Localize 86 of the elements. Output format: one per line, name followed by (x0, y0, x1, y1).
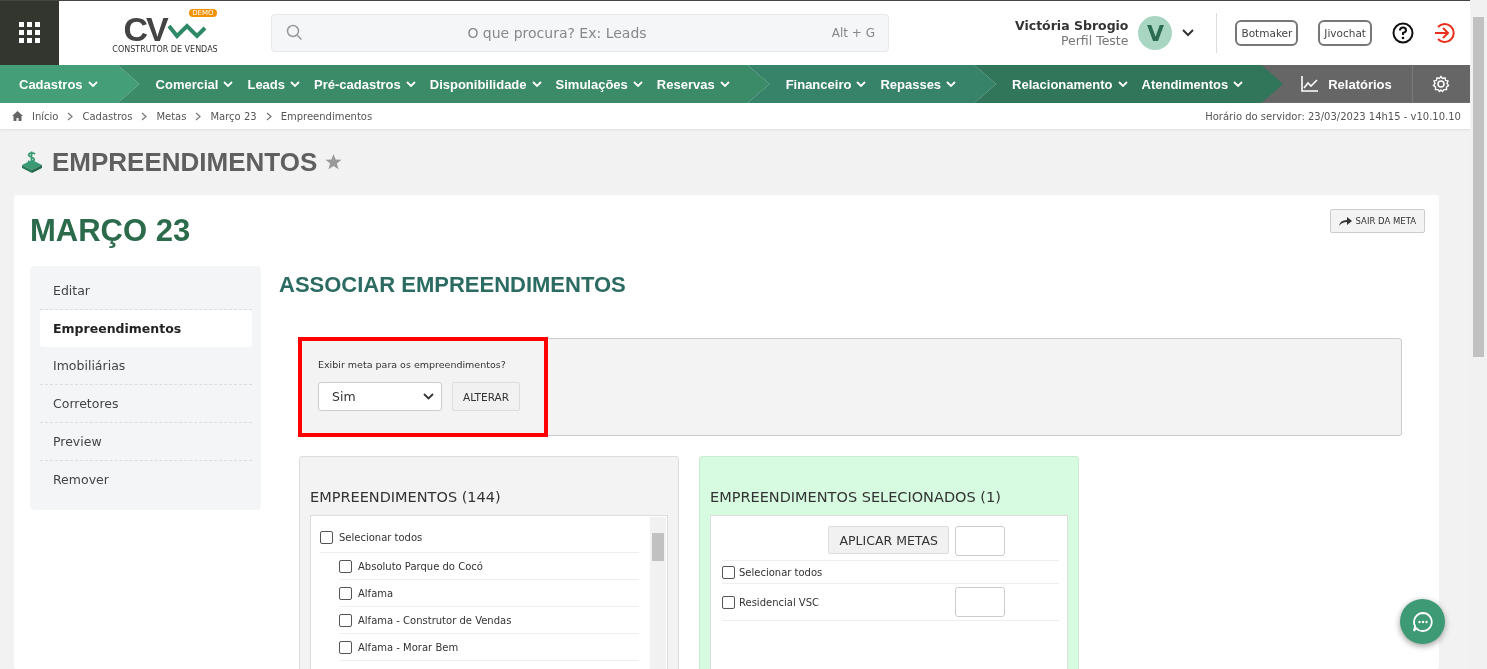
card-title: MARÇO 23 (30, 213, 191, 249)
side-menu-item[interactable]: Corretores (40, 385, 252, 423)
chevron-down-icon (1117, 80, 1128, 88)
change-button[interactable]: ALTERAR (452, 382, 520, 411)
side-menu-item[interactable]: Preview (40, 423, 252, 461)
line-chart-icon (1301, 76, 1320, 92)
chevron-down-icon[interactable] (1182, 29, 1195, 37)
settings-icon[interactable] (1431, 75, 1450, 93)
checkbox-label: Alfama - Construtor de Vendas (358, 614, 512, 626)
exit-button[interactable]: SAIR DA META (1329, 209, 1425, 233)
checkbox-label: Alfama - Morar Bem (358, 641, 459, 653)
checkbox[interactable] (339, 613, 352, 627)
help-icon[interactable] (1392, 22, 1414, 44)
checkbox[interactable] (339, 640, 352, 654)
checkbox-label: Absoluto Parque do Cocó (358, 560, 483, 572)
search-icon (286, 24, 303, 41)
chevron-right-icon (195, 111, 202, 121)
star-icon[interactable] (325, 154, 343, 170)
logo-text: CV (123, 12, 167, 45)
panel-title: EMPREENDIMENTOS SELECIONADOS (1) (710, 489, 1002, 507)
nav-menu-item[interactable]: Disponibilidade (429, 76, 542, 92)
shortcut-hint: Alt + G (831, 26, 875, 40)
checkbox-label: Residencial VSC (739, 596, 820, 608)
checkbox[interactable] (722, 565, 735, 579)
chevron-down-icon (405, 80, 416, 88)
breadcrumb-link[interactable]: Março 23 (210, 110, 257, 122)
logo-subtitle: CONSTRUTOR DE VENDAS (112, 44, 218, 54)
chat-bubble-icon (1411, 610, 1434, 633)
chevron-down-icon (423, 393, 434, 400)
chevron-down-icon (290, 80, 301, 88)
apply-goals-button[interactable]: APLICAR METAS (828, 526, 949, 554)
nav-menu-item[interactable]: Pré-cadastros (314, 76, 416, 92)
chevron-down-icon (1233, 80, 1244, 88)
chevron-right-icon (265, 111, 272, 121)
chevron-down-icon (719, 80, 730, 88)
share-arrow-icon (1338, 216, 1352, 226)
nav-menu-item[interactable]: Leads (247, 76, 301, 92)
checkbox-label: Selecionar todos (339, 531, 423, 543)
side-menu-item[interactable]: Empreendimentos (40, 310, 252, 347)
nav-menu-item[interactable]: Financeiro (785, 76, 867, 92)
page-title: EMPREENDIMENTOS (52, 146, 318, 178)
nav-menu-item[interactable]: Comercial (155, 76, 234, 92)
nav-menu-item[interactable]: Relacionamento (1012, 76, 1128, 92)
chevron-down-icon (531, 80, 542, 88)
nav-menu-item[interactable]: Reservas (656, 76, 730, 92)
breadcrumb-link[interactable]: Cadastros (82, 110, 133, 122)
chevron-down-icon (856, 80, 867, 88)
checkbox[interactable] (722, 595, 735, 609)
side-menu-item[interactable]: Remover (40, 461, 252, 498)
reports-link[interactable]: Relatórios (1301, 76, 1392, 92)
chevron-right-icon (67, 111, 74, 121)
chevron-down-icon (632, 80, 643, 88)
chevron-down-icon (87, 80, 98, 88)
integration-button[interactable]: Botmaker (1235, 20, 1299, 46)
logout-icon[interactable] (1433, 22, 1455, 44)
side-menu-item[interactable]: Imobiliárias (40, 347, 252, 385)
money-stack-icon (20, 151, 44, 173)
checkbox-label: Alfama (358, 587, 394, 599)
select-field[interactable]: Sim (318, 382, 442, 411)
chevron-down-icon (946, 80, 957, 88)
nav-menu-item[interactable]: Simulações (555, 76, 643, 92)
field-label: Exibir meta para os empreendimentos? (318, 359, 507, 370)
breadcrumb-link[interactable]: Metas (156, 110, 187, 122)
home-icon (12, 111, 23, 121)
breadcrumb-link[interactable]: Início (32, 110, 59, 122)
checkbox[interactable] (339, 559, 352, 573)
server-time: Horário do servidor: 23/03/2023 14h15 - v10.10.10 (1205, 110, 1461, 122)
breadcrumb-link[interactable]: Empreendimentos (280, 110, 373, 122)
checkbox-label: Selecionar todos (739, 566, 823, 578)
nav-menu-item[interactable]: Repasses (880, 76, 957, 92)
chevron-right-icon (141, 111, 148, 121)
chevron-down-icon (223, 80, 234, 88)
goal-input[interactable] (955, 587, 1005, 617)
apps-menu-button[interactable] (0, 1, 59, 65)
grid-icon (18, 22, 41, 44)
integration-button[interactable]: Jivochat (1318, 20, 1372, 46)
scrollbar[interactable] (650, 517, 666, 669)
nav-menu-item[interactable]: Atendimentos (1141, 76, 1244, 92)
user-avatar[interactable]: V (1138, 16, 1173, 50)
checkbox[interactable] (320, 530, 333, 544)
panel-title: EMPREENDIMENTOS (144) (310, 489, 502, 507)
user-profile: Perfil Teste (1060, 33, 1129, 48)
section-title: ASSOCIAR EMPREENDIMENTOS (279, 272, 627, 298)
checkbox[interactable] (339, 586, 352, 600)
goal-input[interactable] (955, 526, 1005, 556)
user-name: Victória Sbrogio (1015, 18, 1129, 33)
